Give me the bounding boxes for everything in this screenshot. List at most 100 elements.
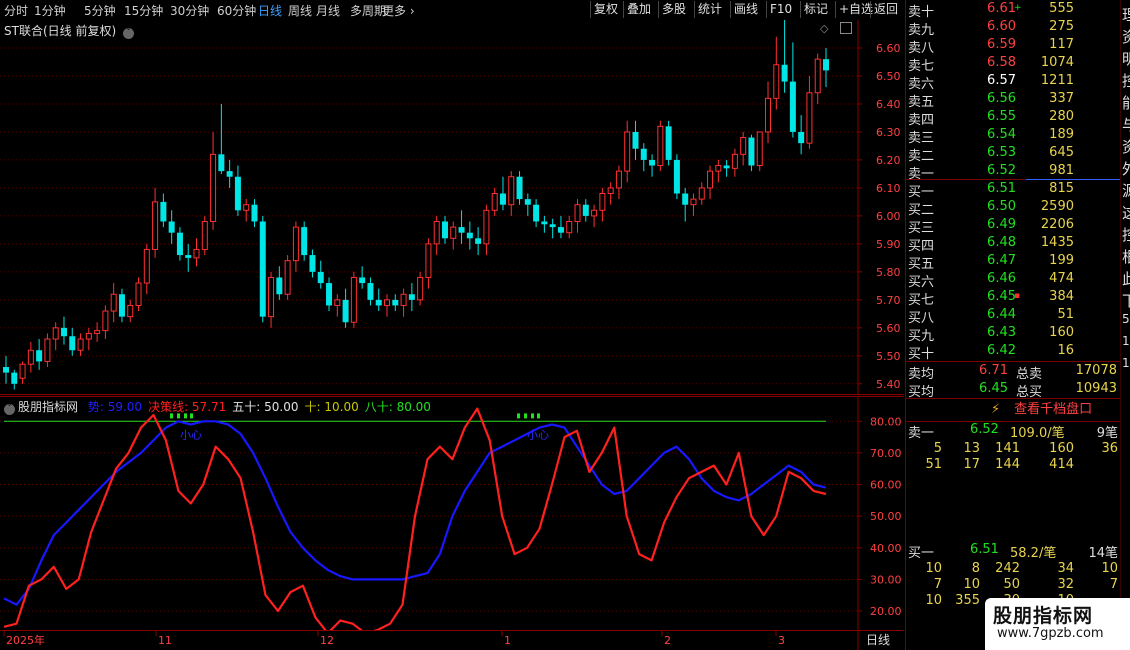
level-price: 6.56: [987, 91, 1016, 106]
chevron-down-icon[interactable]: ˅: [122, 28, 134, 39]
toolbar-button[interactable]: 多股: [658, 1, 689, 18]
period-tab[interactable]: 分时: [4, 2, 28, 19]
order-level-row[interactable]: 买一 6.51 815: [906, 181, 1121, 200]
side-text: 与: [1122, 114, 1130, 135]
toolbar-button[interactable]: F10: [766, 1, 795, 18]
level-volume: 117: [1049, 37, 1074, 52]
level-price: 6.59: [987, 37, 1016, 52]
thousand-orderbook-button[interactable]: ⚡ 查看千档盘口: [991, 400, 1092, 420]
order-level-row[interactable]: 买八 6.44 51: [906, 307, 1121, 326]
level-volume: 160: [1049, 325, 1074, 340]
order-level-row[interactable]: 卖七 6.58 1074: [906, 55, 1121, 74]
queue-price: 6.51: [970, 542, 999, 557]
chart-title: ST联合(日线 前复权) ˅: [4, 22, 134, 39]
order-level-row[interactable]: 买五 6.47 199: [906, 253, 1121, 272]
queue-price: 6.52: [970, 422, 999, 437]
queue-order-size: 7: [1109, 577, 1118, 592]
order-level-row[interactable]: 卖四 6.55 280: [906, 109, 1121, 128]
level-price: 6.50: [987, 199, 1016, 214]
level-label: 买九: [908, 329, 935, 344]
level-volume: 199: [1049, 253, 1074, 268]
level-label: 卖九: [908, 23, 935, 38]
diamond-icon[interactable]: ◇: [820, 22, 828, 35]
period-tab[interactable]: 周线: [288, 2, 312, 19]
queue-order-size: 10: [1101, 561, 1118, 576]
order-level-row[interactable]: 卖六 6.57 1211: [906, 73, 1121, 92]
queue-order-size: 414: [1049, 457, 1074, 472]
order-level-row[interactable]: 卖八 6.59 117: [906, 37, 1121, 56]
price-tick-label: 6.60: [876, 42, 901, 55]
level-volume: 384: [1049, 289, 1074, 304]
level-volume: 474: [1049, 271, 1074, 286]
indicator-chart[interactable]: 80.00 70.00 60.00 50.00 40.00 30.00 20.00 小心 小心: [0, 396, 904, 630]
level-volume: 189: [1049, 127, 1074, 142]
order-level-row[interactable]: 买七 6.45 ▪ 384: [906, 289, 1121, 308]
candlestick-chart[interactable]: 6.60 6.50 6.40 6.30 6.20 6.10 6.00 5.90 5.80 5.70…: [0, 20, 904, 395]
queue-order-size: 242: [995, 561, 1020, 576]
price-tick-label: 6.10: [876, 182, 901, 195]
time-tick-label: 12: [320, 634, 334, 647]
indicator-title: 股朋指标网: [18, 400, 79, 414]
level-price: 6.60: [987, 19, 1016, 34]
level-label: 卖十: [908, 5, 935, 20]
period-tab[interactable]: 月线: [316, 2, 340, 19]
side-text: 理: [1122, 4, 1130, 25]
period-tab[interactable]: 1分钟: [34, 2, 66, 19]
level-price: 6.48: [987, 235, 1016, 250]
order-level-row[interactable]: 卖二 6.53 645: [906, 145, 1121, 164]
side-text: 根: [1122, 246, 1130, 267]
level-label: 卖八: [908, 41, 935, 56]
order-level-row[interactable]: 买六 6.46 474: [906, 271, 1121, 290]
side-text: 此: [1122, 268, 1130, 289]
level-volume: 1211: [1040, 73, 1074, 88]
period-tab[interactable]: 5分钟: [84, 2, 116, 19]
time-tick-label: 11: [158, 634, 172, 647]
side-text: 控: [1122, 224, 1130, 245]
queue-order-size: 144: [995, 457, 1020, 472]
queue-label: 卖一: [908, 426, 935, 441]
period-tab[interactable]: 多周期: [350, 2, 386, 19]
period-tab[interactable]: 60分钟: [217, 2, 256, 19]
level-price: 6.52: [987, 163, 1016, 178]
queue-row: 51 17 144 414: [906, 457, 1121, 475]
level-price: 6.51: [987, 181, 1016, 196]
order-level-row[interactable]: 买四 6.48 1435: [906, 235, 1121, 254]
indicator-tick-label: 60.00: [870, 479, 902, 492]
candle: [259, 215, 266, 323]
order-level-row[interactable]: 买九 6.43 160: [906, 325, 1121, 344]
order-level-row[interactable]: 买三 6.49 2206: [906, 217, 1121, 236]
candle: [201, 215, 208, 256]
time-tick-label: 1: [504, 634, 511, 647]
side-text: 外: [1122, 158, 1130, 179]
order-level-row[interactable]: 卖三 6.54 189: [906, 127, 1121, 146]
order-level-row[interactable]: 买二 6.50 2590: [906, 199, 1121, 218]
side-text: 资: [1122, 26, 1130, 47]
level-price: 6.45: [987, 289, 1016, 304]
order-level-row[interactable]: 卖十 6.61 +555: [906, 1, 1121, 20]
toolbar-button[interactable]: 画线: [730, 1, 761, 18]
toolbar-button[interactable]: 叠加: [623, 1, 654, 18]
order-level-row[interactable]: 卖五 6.56 337: [906, 91, 1121, 110]
total-label: 总卖: [1016, 367, 1043, 382]
order-level-row[interactable]: 买十 6.42 16: [906, 343, 1121, 362]
queue-order-size: 34: [1057, 561, 1074, 576]
toolbar-button[interactable]: 返回: [870, 1, 901, 18]
queue-order-size: 355: [955, 593, 980, 608]
toolbar-button[interactable]: 标记: [800, 1, 831, 18]
level-price: 6.58: [987, 55, 1016, 70]
period-tab[interactable]: 日线: [258, 2, 282, 19]
candle: [350, 271, 357, 328]
toolbar-button[interactable]: 统计: [694, 1, 725, 18]
toolbar-button[interactable]: 复权: [590, 1, 621, 18]
period-tab[interactable]: 15分钟: [124, 2, 163, 19]
side-text: 源: [1122, 180, 1130, 201]
level-label: 买五: [908, 257, 935, 272]
period-tab[interactable]: 更多 ›: [382, 2, 415, 19]
indicator-tick-label: 70.00: [870, 447, 902, 460]
maximize-icon[interactable]: [840, 22, 852, 34]
side-text: 控: [1122, 70, 1130, 91]
chevron-down-icon[interactable]: ˅: [4, 404, 15, 415]
period-tab[interactable]: 30分钟: [170, 2, 209, 19]
level-label: 买一: [908, 185, 935, 200]
order-level-row[interactable]: 卖九 6.60 275: [906, 19, 1121, 38]
